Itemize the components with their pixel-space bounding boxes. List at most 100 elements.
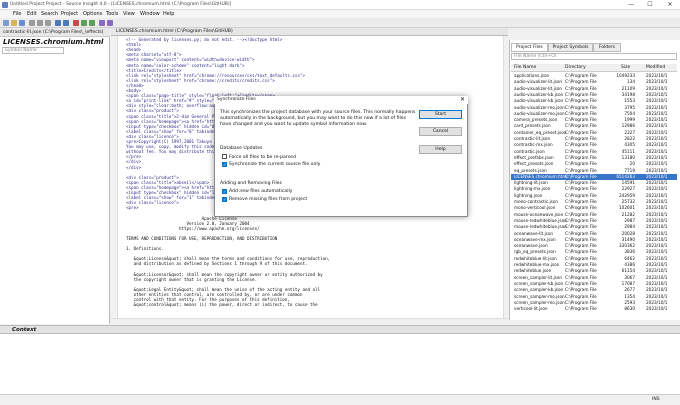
file-row[interactable]: audio-visualizer-kb.json C:\Program File 3… (511, 92, 677, 98)
editor-horizontal-scrollbar[interactable] (111, 318, 508, 324)
file-row[interactable]: screen_sampler-mo.json C:\Program File 135… (511, 294, 677, 300)
help-button[interactable]: Help (419, 145, 462, 154)
row-directory: C:\Program File (565, 148, 597, 154)
file-row[interactable]: camera_presets.json C:\Program File 1999 20… (511, 117, 677, 123)
file-row[interactable]: lightning.json C:\Program File 242959 2023/… (511, 193, 677, 199)
file-row[interactable]: screen_sampler-kb.json C:\Program File 170… (511, 281, 677, 287)
file-row[interactable]: audio-visualizer-mo.json C:\Program File 3… (511, 105, 677, 111)
file-row[interactable]: effect_presets.json C:\Program File 20 2023… (511, 161, 677, 167)
file-row[interactable]: LICENSES.chromium.html C:\Program File 651… (511, 173, 677, 180)
menu-view[interactable]: View (123, 11, 135, 17)
row-file-name: screen_sampler-kb.json (514, 280, 564, 286)
row-directory: C:\Program File (565, 205, 597, 211)
menu-tools[interactable]: Tools (106, 11, 118, 17)
file-row[interactable]: contrastic.json C:\Program File 45111 2023/… (511, 149, 677, 155)
row-modified: 2023/10/1 (646, 268, 668, 274)
redo-icon[interactable] (63, 20, 69, 26)
file-row[interactable]: contrastic-lit.json C:\Program File 2822 20… (511, 136, 677, 142)
file-row[interactable]: rgb_eq_presets.json C:\Program File 3836 20… (511, 249, 677, 255)
status-bar: INS (0, 394, 680, 405)
file-row[interactable]: mouse-redwhiteblue.json C:\Program File 29… (511, 224, 677, 230)
start-button[interactable]: Start (419, 110, 462, 119)
title-bar: Untitled Project Project - Source Insigh… (0, 0, 680, 10)
editor-tab[interactable]: LICENSES.chromium.html (C:\Program Files… (116, 29, 233, 34)
cancel-button[interactable]: Cancel (419, 127, 462, 136)
force-reparse-checkbox[interactable]: Force all files to be re-parsed (222, 154, 296, 160)
row-directory: C:\Program File (565, 249, 597, 255)
file-filter-input[interactable]: File Name (Ctrl+O) (511, 53, 677, 60)
file-row[interactable]: screen_sampler-kb.json C:\Program File 267… (511, 287, 677, 293)
undo-icon[interactable] (55, 20, 61, 26)
file-row[interactable]: audio-visualizer-lit.json C:\Program File… (511, 79, 677, 85)
paste-icon[interactable] (45, 20, 51, 26)
minimize-button[interactable]: — (624, 1, 638, 9)
row-directory: C:\Program File (565, 117, 597, 123)
add-new-files-checkbox[interactable]: ✓ Add new files automatically (222, 189, 292, 194)
row-directory: C:\Program File (565, 167, 597, 173)
code-line: and distribution as defined by Sections … (126, 261, 308, 267)
file-row[interactable]: audio-visualizer-kb.json C:\Program File 1… (511, 98, 677, 104)
file-row[interactable]: eq_presets.json C:\Program File 7719 2023/1… (511, 168, 677, 174)
file-row[interactable]: oceanwave-mx.json C:\Program File 31490 202… (511, 237, 677, 243)
file-row[interactable]: oceanwave-lit.json C:\Program File 20028 20… (511, 231, 677, 237)
file-row[interactable]: effect_prefabs.json C:\Program File 13180 2… (511, 155, 677, 161)
back-icon[interactable] (81, 20, 87, 26)
file-row[interactable]: contrastic-mx.json C:\Program File 4305 202… (511, 142, 677, 148)
file-row[interactable]: applications.json C:\Program File 1049233 2… (511, 73, 677, 79)
row-file-name: audio-visualizer-kb.json (514, 91, 564, 97)
menu-project[interactable]: Project (61, 11, 78, 17)
file-row[interactable]: audio-visualizer-mo.json C:\Program File 7… (511, 111, 677, 117)
menu-window[interactable]: Window (140, 11, 160, 17)
row-size: 1553 (624, 98, 635, 104)
column-directory[interactable]: Directory (565, 65, 586, 70)
column-size[interactable]: Size (621, 65, 630, 70)
search-icon[interactable] (73, 20, 79, 26)
menu-edit[interactable]: Edit (27, 11, 37, 17)
file-row[interactable]: redwhiteblue-mx.json C:\Program File 4386 2… (511, 262, 677, 268)
file-row[interactable]: redwhiteblue-lit.json C:\Program File 6462… (511, 256, 677, 262)
reference-icon[interactable] (107, 20, 113, 26)
file-row[interactable]: card_presets.json C:\Program File 12986 202… (511, 123, 677, 129)
close-button[interactable]: ✕ (663, 1, 677, 9)
sync-current-checkbox[interactable]: ✓ Synchronize the current source file onl… (222, 162, 320, 167)
row-file-name: mono-contrastic.json (514, 199, 559, 204)
editor-vertical-scrollbar[interactable] (503, 36, 508, 318)
menu-options[interactable]: Options (83, 11, 102, 17)
file-row[interactable]: audio-visualizer-lit.json C:\Program File… (511, 86, 677, 92)
symbol-name-input[interactable]: Symbol Name (2, 47, 64, 54)
file-row[interactable]: oceanwave.json C:\Program File 330362 2023/… (511, 243, 677, 249)
maximize-button[interactable]: ☐ (643, 1, 657, 9)
copy-icon[interactable] (37, 20, 43, 26)
menu-search[interactable]: Search (41, 11, 58, 17)
menu-file[interactable]: File (13, 11, 21, 17)
file-row[interactable]: screen_sampler-lit.json C:\Program File 30… (511, 275, 677, 281)
open-folder-icon[interactable] (11, 20, 17, 26)
context-panel (0, 334, 680, 394)
column-modified[interactable]: Modified (646, 65, 665, 70)
file-row[interactable]: mono-verticool.json C:\Program File 102601… (511, 205, 677, 211)
file-row[interactable]: screen_sampler-mo.json C:\Program File 259… (511, 300, 677, 306)
file-row[interactable]: lightning-mx.json C:\Program File 22927 202… (511, 186, 677, 192)
tab-folders[interactable]: Folders (593, 43, 621, 52)
file-row[interactable]: verticool-lit.json C:\Program File 8630 202… (511, 306, 677, 312)
file-row[interactable]: redwhiteblue.json C:\Program File 61154 202… (511, 268, 677, 274)
file-row[interactable]: mouse-oceanwave.json C:\Program File 21282… (511, 212, 677, 218)
file-row[interactable]: container_eq_preset.json C:\Program File 2… (511, 130, 677, 136)
column-file-name[interactable]: File Name (514, 65, 536, 70)
save-icon[interactable] (19, 20, 25, 26)
file-row[interactable]: mono-contrastic.json C:\Program File 25732… (511, 199, 677, 205)
tab-project-files[interactable]: Project Files (511, 43, 548, 52)
menu-help[interactable]: Help (163, 11, 174, 17)
row-file-name: contrastic-lit.json (514, 136, 551, 141)
tab-project-symbols[interactable]: Project Symbols (548, 43, 593, 52)
row-directory: C:\Program File (565, 280, 597, 286)
file-row[interactable]: lightning-lit.json C:\Program File 14591 20… (511, 180, 677, 186)
code-line: &quot;control&quot; means (i) the power,… (126, 302, 318, 308)
symbol-icon[interactable] (99, 20, 105, 26)
dialog-close-icon[interactable]: ✕ (458, 96, 467, 104)
forward-icon[interactable] (89, 20, 95, 26)
cut-icon[interactable] (29, 20, 35, 26)
remove-missing-checkbox[interactable]: ✓ Remove missing files from project (222, 197, 307, 202)
new-file-icon[interactable] (3, 20, 9, 26)
file-row[interactable]: mouse-redwhiteblue.json C:\Program File 29… (511, 218, 677, 224)
